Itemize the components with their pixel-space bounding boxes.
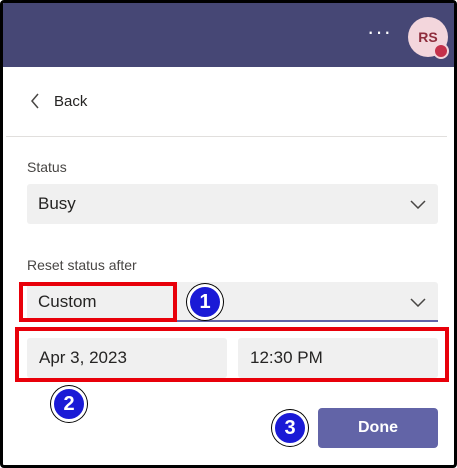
badge-number: 2 xyxy=(63,393,75,415)
avatar-initials: RS xyxy=(418,29,438,45)
highlight-custom xyxy=(19,282,177,322)
done-button[interactable]: Done xyxy=(318,408,438,448)
reset-status-label: Reset status after xyxy=(27,257,137,273)
chevron-down-icon xyxy=(410,200,426,209)
back-label: Back xyxy=(54,92,88,110)
chevron-down-icon xyxy=(410,298,426,307)
badge-number: 3 xyxy=(284,417,296,439)
status-dialog-frame: ··· RS Back Status Busy Reset status aft… xyxy=(0,0,457,468)
back-button[interactable]: Back xyxy=(30,90,87,112)
title-bar: ··· RS xyxy=(3,3,454,67)
more-options-icon[interactable]: ··· xyxy=(367,21,392,43)
presence-busy-indicator xyxy=(433,43,449,59)
highlight-date-time xyxy=(15,327,449,382)
badge-number: 1 xyxy=(199,291,211,313)
status-dropdown[interactable]: Busy xyxy=(27,184,438,224)
status-label: Status xyxy=(27,159,67,175)
chevron-left-icon xyxy=(31,93,39,109)
annotation-badge-3: 3 xyxy=(272,410,308,446)
annotation-badge-2: 2 xyxy=(51,386,87,422)
annotation-badge-1: 1 xyxy=(187,284,223,320)
status-value: Busy xyxy=(38,194,76,213)
divider xyxy=(6,136,447,137)
